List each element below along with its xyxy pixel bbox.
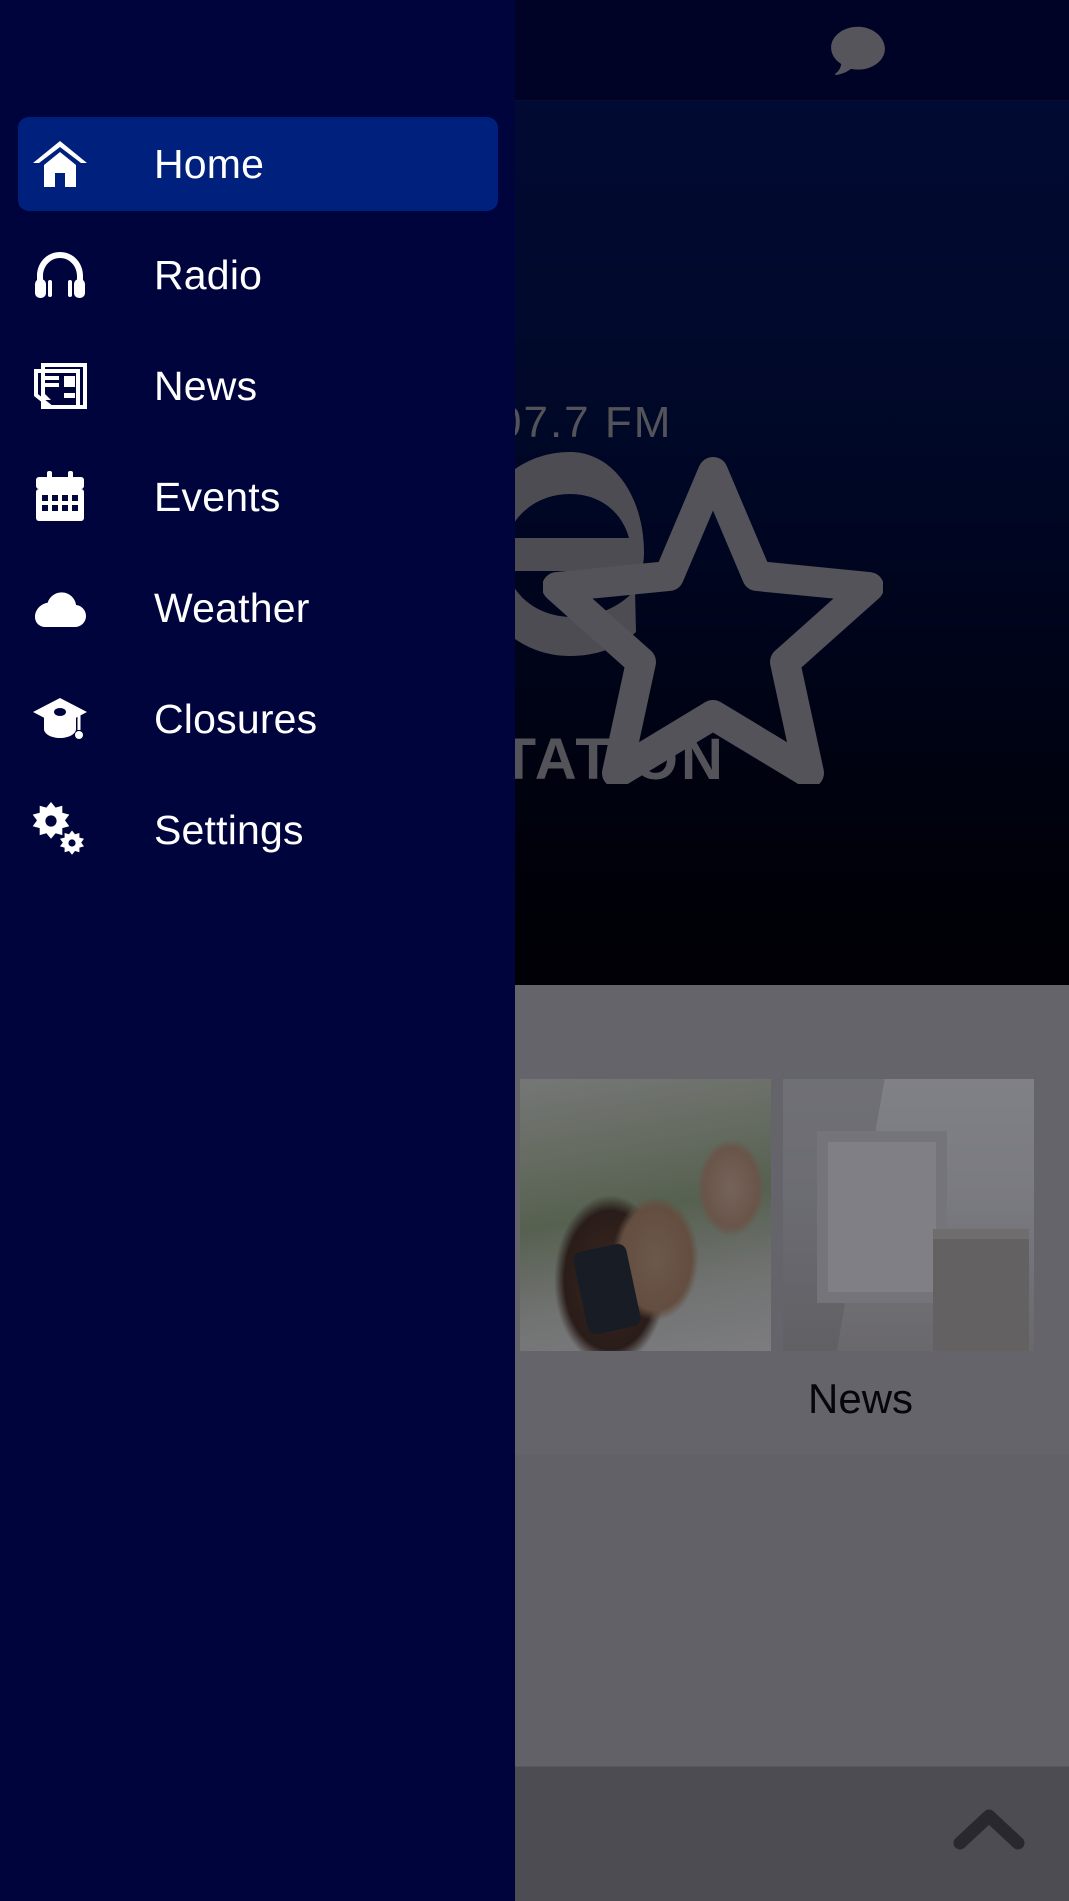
sidebar-item-label: Home <box>154 140 265 187</box>
headphones-icon <box>28 243 92 307</box>
sidebar-item-label: News <box>154 362 258 409</box>
sidebar-item-events[interactable]: Events <box>0 450 515 544</box>
navigation-drawer: Home Radio News Events Weather Closures … <box>0 0 515 1901</box>
calendar-icon <box>28 465 92 529</box>
gears-icon <box>28 798 92 862</box>
sidebar-item-label: Radio <box>154 251 263 298</box>
sidebar-item-label: Settings <box>154 806 304 853</box>
sidebar-item-settings[interactable]: Settings <box>0 783 515 877</box>
sidebar-item-closures[interactable]: Closures <box>0 672 515 766</box>
home-icon <box>28 132 92 196</box>
sidebar-item-news[interactable]: News <box>0 339 515 433</box>
sidebar-item-label: Events <box>154 473 281 520</box>
sidebar-item-label: Weather <box>154 584 310 631</box>
sidebar-item-label: Closures <box>154 695 318 742</box>
graduation-cap-icon <box>28 687 92 751</box>
cloud-icon <box>28 576 92 640</box>
navigation-list: Home Radio News Events Weather Closures … <box>0 117 515 894</box>
newspaper-icon <box>28 354 92 418</box>
sidebar-item-home[interactable]: Home <box>0 117 515 211</box>
sidebar-item-radio[interactable]: Radio <box>0 228 515 322</box>
sidebar-item-weather[interactable]: Weather <box>0 561 515 655</box>
